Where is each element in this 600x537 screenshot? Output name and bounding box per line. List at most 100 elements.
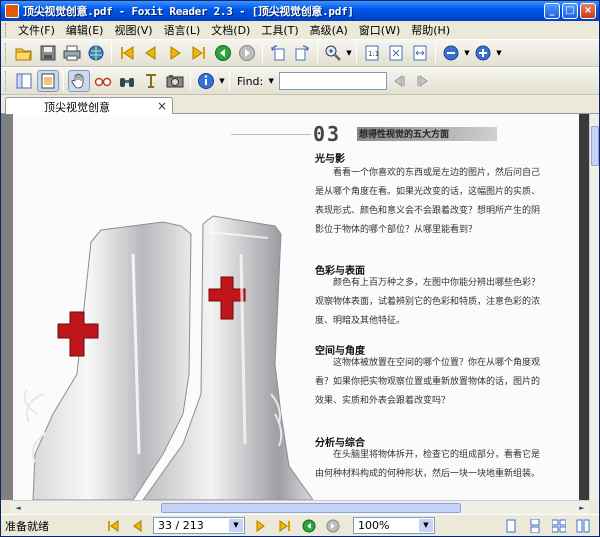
- toolbar-separator: [435, 43, 436, 63]
- status-forward-button[interactable]: [323, 517, 343, 535]
- zoom-out-button[interactable]: [440, 42, 462, 64]
- tab-close-icon[interactable]: ×: [157, 99, 167, 113]
- next-page-icon: [256, 519, 265, 532]
- status-next-page-button[interactable]: [251, 517, 271, 535]
- pdf-page: 03 想得性视觉的五大方面 光与影 看看一个你喜欢的东西或是左边的图片，然后问自…: [13, 114, 579, 500]
- status-bar: 准备就绪 33 / 213 ▼ 100% ▼: [1, 514, 599, 536]
- title-bar[interactable]: 顶尖视觉创意.pdf - Foxit Reader 2.3 - [顶尖视觉创意.…: [1, 1, 599, 21]
- find-input[interactable]: [279, 72, 388, 90]
- single-page-view-button[interactable]: [501, 517, 521, 535]
- status-previous-page-button[interactable]: [127, 517, 147, 535]
- tab-document[interactable]: 顶尖视觉创意 ×: [5, 97, 173, 115]
- fit-page-icon: [389, 45, 403, 61]
- save-disk-icon: [40, 45, 56, 61]
- menu-file[interactable]: 文件(F): [14, 22, 62, 38]
- menu-window[interactable]: 窗口(W): [355, 22, 407, 38]
- typewriter-button[interactable]: [140, 70, 162, 92]
- zoom-tool-button[interactable]: [322, 42, 344, 64]
- info-button[interactable]: [195, 70, 217, 92]
- first-page-icon: [121, 46, 134, 60]
- page-number-field[interactable]: 33 / 213 ▼: [153, 517, 245, 534]
- snapshot-button[interactable]: [164, 70, 186, 92]
- menu-advanced[interactable]: 高级(A): [306, 22, 355, 38]
- bookmarks-panel-button[interactable]: [13, 70, 35, 92]
- toolbar-separator: [262, 43, 263, 63]
- menu-help[interactable]: 帮助(H): [407, 22, 457, 38]
- last-page-button[interactable]: [188, 42, 210, 64]
- close-button[interactable]: ×: [580, 3, 596, 19]
- zoom-level-field[interactable]: 100% ▼: [353, 517, 435, 534]
- hand-tool-button[interactable]: [68, 70, 90, 92]
- page-indicator: 33 / 213: [158, 519, 204, 532]
- zoom-out-dropdown[interactable]: ▼: [463, 42, 471, 64]
- minimize-button[interactable]: _: [544, 3, 560, 19]
- go-back-button[interactable]: [212, 42, 234, 64]
- zoom-in-dropdown[interactable]: ▼: [495, 42, 503, 64]
- scroll-right-icon[interactable]: ►: [577, 503, 587, 513]
- first-page-button[interactable]: [116, 42, 138, 64]
- zoom-in-button[interactable]: [472, 42, 494, 64]
- toolbar-separator: [63, 71, 64, 91]
- menu-view[interactable]: 视图(V): [110, 22, 159, 38]
- document-viewport[interactable]: 03 想得性视觉的五大方面 光与影 看看一个你喜欢的东西或是左边的图片，然后问自…: [1, 114, 589, 500]
- next-page-button[interactable]: [164, 42, 186, 64]
- section-title: 光与影: [315, 154, 345, 165]
- facing-view-button[interactable]: [549, 517, 569, 535]
- go-forward-button[interactable]: [236, 42, 258, 64]
- actual-size-button[interactable]: 1:1: [361, 42, 383, 64]
- rotate-right-button[interactable]: [291, 42, 313, 64]
- menu-document[interactable]: 文档(D): [207, 22, 257, 38]
- info-dropdown[interactable]: ▼: [218, 70, 226, 92]
- continuous-view-button[interactable]: [525, 517, 545, 535]
- forward-circle-icon: [239, 45, 255, 61]
- fit-width-button[interactable]: [409, 42, 431, 64]
- continuous-page-icon: [530, 518, 540, 533]
- rotate-left-button[interactable]: [267, 42, 289, 64]
- open-button[interactable]: [13, 42, 35, 64]
- menu-edit[interactable]: 编辑(E): [62, 22, 111, 38]
- last-page-icon: [279, 519, 290, 532]
- save-button[interactable]: [37, 42, 59, 64]
- select-page-button[interactable]: [37, 70, 59, 92]
- section-text: 颜色有上百万种之多，左图中你能分辨出哪些色彩？观察物体表面，试着辨别它的色彩和特…: [315, 278, 541, 326]
- zoom-dropdown-icon[interactable]: ▼: [419, 519, 433, 532]
- horizontal-scrollbar[interactable]: ◄ ►: [11, 500, 589, 514]
- menu-bar: 文件(F) 编辑(E) 视图(V) 语言(L) 文档(D) 工具(T) 高级(A…: [1, 21, 599, 39]
- svg-text:1:1: 1:1: [368, 50, 379, 58]
- window-title: 顶尖视觉创意.pdf - Foxit Reader 2.3 - [顶尖视觉创意.…: [23, 5, 354, 18]
- next-page-icon: [170, 46, 181, 60]
- fit-page-button[interactable]: [385, 42, 407, 64]
- toolbar-separator: [229, 71, 230, 91]
- find-options-dropdown[interactable]: ▼: [267, 70, 275, 92]
- status-first-page-button[interactable]: [103, 517, 123, 535]
- foxit-app-icon[interactable]: [5, 4, 19, 18]
- toolbar-grip[interactable]: [5, 71, 8, 91]
- window-controls: _ □ ×: [544, 3, 596, 19]
- vertical-scrollbar[interactable]: [589, 114, 599, 500]
- menubar-grip[interactable]: [5, 23, 8, 37]
- scroll-left-icon[interactable]: ◄: [13, 503, 23, 513]
- vertical-scroll-thumb[interactable]: [591, 126, 599, 166]
- horizontal-scroll-thumb[interactable]: [161, 503, 461, 513]
- find-previous-icon: [394, 75, 406, 87]
- page-dropdown-icon[interactable]: ▼: [229, 519, 243, 532]
- print-button[interactable]: [61, 42, 83, 64]
- tab-label: 顶尖视觉创意: [44, 100, 110, 114]
- menu-language[interactable]: 语言(L): [160, 22, 208, 38]
- email-button[interactable]: [85, 42, 107, 64]
- zoom-tool-dropdown[interactable]: ▼: [345, 42, 353, 64]
- continuous-facing-view-button[interactable]: [573, 517, 593, 535]
- text-select-button[interactable]: [92, 70, 114, 92]
- find-button[interactable]: [116, 70, 138, 92]
- menu-tools[interactable]: 工具(T): [257, 22, 305, 38]
- previous-page-button[interactable]: [140, 42, 162, 64]
- maximize-button[interactable]: □: [562, 3, 578, 19]
- document-tabstrip: 顶尖视觉创意 ×: [1, 96, 599, 115]
- toolbar-grip[interactable]: [5, 43, 8, 63]
- application-window: 顶尖视觉创意.pdf - Foxit Reader 2.3 - [顶尖视觉创意.…: [0, 0, 600, 537]
- find-previous-button[interactable]: [388, 70, 410, 92]
- status-last-page-button[interactable]: [275, 517, 295, 535]
- status-back-button[interactable]: [299, 517, 319, 535]
- page-edge-shadow: [579, 114, 589, 500]
- find-next-button[interactable]: [412, 70, 434, 92]
